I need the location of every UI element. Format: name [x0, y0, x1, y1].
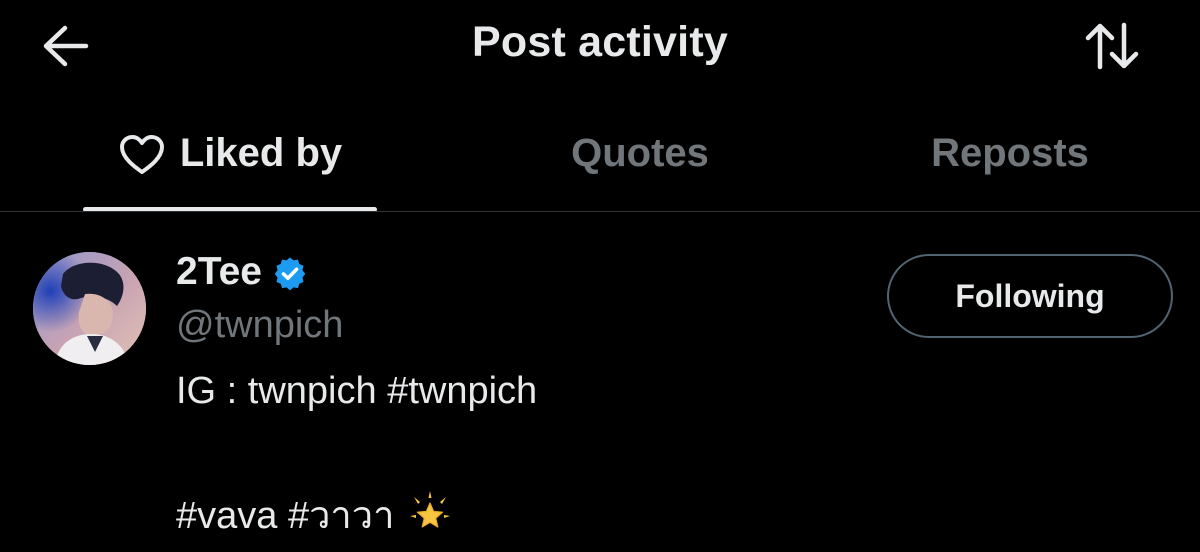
- user-handle[interactable]: @twnpich: [176, 304, 343, 347]
- following-button[interactable]: Following: [887, 254, 1173, 338]
- back-button[interactable]: [36, 22, 94, 74]
- bio-text-line2: #vava #วาวา: [176, 484, 454, 545]
- tab-label: Liked by: [179, 130, 343, 175]
- sort-arrows-icon: [1083, 21, 1141, 76]
- tab-bar: Liked by Quotes Reposts: [0, 95, 1200, 212]
- tab-reposts[interactable]: Reposts: [780, 95, 1200, 211]
- tab-liked-by[interactable]: Liked by: [0, 95, 460, 211]
- avatar[interactable]: [33, 252, 146, 365]
- bio-text: IG : twnpich #twnpich: [176, 370, 538, 412]
- tab-label: Reposts: [931, 130, 1089, 175]
- verified-badge-icon: [272, 255, 308, 291]
- heart-outline-icon: [118, 134, 166, 176]
- bio-hashtags: #vava #วาวา: [176, 495, 395, 537]
- glowing-star-icon: [406, 489, 454, 537]
- sort-button[interactable]: [1080, 20, 1144, 76]
- user-list-item[interactable]: 2Tee @twnpich IG : twnpich #twnpich #vav…: [0, 212, 1200, 552]
- page-title: Post activity: [472, 18, 728, 66]
- arrow-left-icon: [40, 24, 90, 73]
- top-bar: Post activity: [0, 0, 1200, 95]
- display-name[interactable]: 2Tee: [176, 250, 262, 294]
- tab-label: Quotes: [571, 130, 709, 175]
- name-line: 2Tee: [176, 250, 308, 294]
